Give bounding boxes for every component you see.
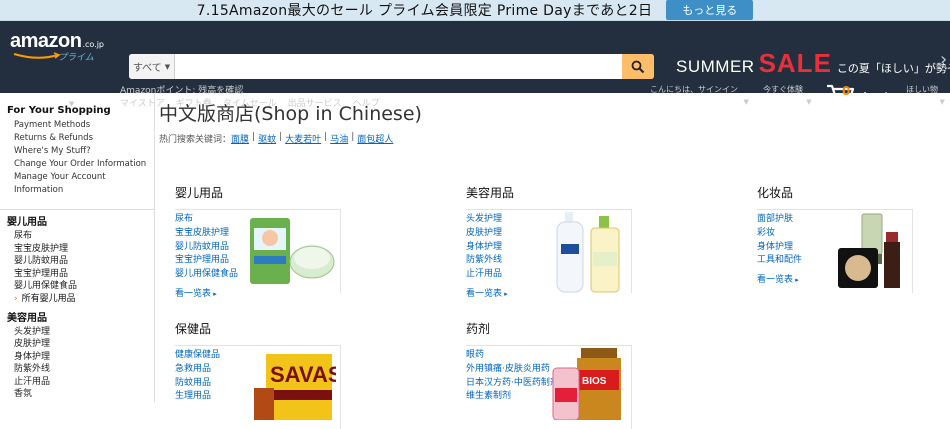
sidebar-shopping-title: For Your Shopping: [7, 105, 111, 116]
sidebar: For Your Shopping Payment Methods Return…: [0, 94, 155, 402]
card-link[interactable]: 婴儿用保健食品: [175, 268, 238, 282]
logo-suffix: .co.jp: [82, 40, 105, 49]
card-title-beauty[interactable]: 美容用品: [466, 184, 646, 201]
category-card-beauty: 美容用品 头发护理 皮肤护理 身体护理 防紫外线 止汗用品 看一览表: [466, 184, 646, 299]
card-title-health[interactable]: 保健品: [175, 320, 355, 337]
sidebar-item-body[interactable]: 身体护理: [0, 351, 154, 364]
medicine-product-image[interactable]: BIOS: [547, 348, 627, 420]
chevron-right-icon[interactable]: ›: [940, 49, 947, 70]
sidebar-all-baby[interactable]: 所有婴儿用品: [0, 293, 154, 306]
promo-more-button[interactable]: もっと見る: [666, 0, 754, 20]
card-link[interactable]: 宝宝护理用品: [175, 254, 238, 268]
sale-word: SALE: [758, 48, 832, 78]
category-card-cosmetics: 化妆品 面部护肤 彩妆 身体护理 工具和配件 看一览表: [757, 184, 937, 293]
svg-text:BIOS: BIOS: [582, 376, 607, 387]
logo-text: amazon: [10, 30, 82, 52]
sidebar-item-antiperspirant[interactable]: 止汗用品: [0, 376, 154, 389]
card-link[interactable]: 头发护理: [466, 213, 508, 227]
sidebar-divider: [0, 209, 154, 210]
cosmetics-product-image[interactable]: [832, 212, 908, 292]
sidebar-item-skin[interactable]: 皮肤护理: [0, 338, 154, 351]
card-link[interactable]: 工具和配件: [757, 254, 802, 268]
hot-keyword-horse-oil[interactable]: 马油: [330, 132, 348, 145]
card-link[interactable]: 面部护肤: [757, 213, 802, 227]
card-box: 尿布 宝宝皮肤护理 婴儿防蚊用品 宝宝护理用品 婴儿用保健食品 看一览表: [175, 209, 341, 299]
sidebar-item-baby-mosquito[interactable]: 婴儿防蚊用品: [0, 255, 154, 268]
card-link[interactable]: 生理用品: [175, 390, 220, 404]
card-link[interactable]: 防蚊用品: [175, 377, 220, 391]
hot-keyword-barley[interactable]: 大麦若叶: [285, 132, 321, 145]
content: 中文版商店(Shop in Chinese) 热门搜索关键词： 面膜 | 驱蚊 | …: [159, 94, 422, 145]
chevron-down-icon: ▼: [164, 62, 171, 71]
card-link[interactable]: 日本汉方药·中医药制剂: [466, 377, 559, 391]
card-link[interactable]: 皮肤护理: [466, 227, 508, 241]
search-category-dropdown[interactable]: すべて ▼: [129, 54, 175, 79]
card-link[interactable]: 止汗用品: [466, 268, 508, 282]
card-title-cosmetics[interactable]: 化妆品: [757, 184, 937, 201]
search-input[interactable]: [175, 54, 622, 79]
card-link[interactable]: 婴儿防蚊用品: [175, 241, 238, 255]
page-title: 中文版商店(Shop in Chinese): [159, 103, 422, 125]
sidebar-item-baby-skincare[interactable]: 宝宝皮肤护理: [0, 243, 154, 256]
summer-word: SUMMER: [676, 57, 755, 76]
supplement-product-image[interactable]: SAVAS: [252, 348, 336, 420]
card-more-link[interactable]: 看一览表: [757, 272, 802, 285]
promo-banner: 7.15Amazon最大のセール プライム会員限定 Prime Dayまであと2…: [0, 0, 950, 21]
card-link[interactable]: 尿布: [175, 213, 238, 227]
card-title-medicine[interactable]: 药剂: [466, 320, 646, 337]
summer-sale-banner[interactable]: SUMMER SALE この夏「ほしい」が勢ぞろい: [676, 48, 950, 78]
sidebar-item-hair[interactable]: 头发护理: [0, 326, 154, 339]
card-link[interactable]: 身体护理: [757, 241, 802, 255]
shampoo-product-image[interactable]: [547, 212, 627, 294]
hot-keywords-label: 热门搜索关键词：: [159, 135, 232, 145]
sidebar-item-diapers[interactable]: 尿布: [0, 230, 154, 243]
sidebar-link-returns[interactable]: Returns & Refunds: [0, 132, 154, 145]
sidebar-link-payment[interactable]: Payment Methods: [0, 119, 154, 132]
card-link[interactable]: 身体护理: [466, 241, 508, 255]
search-bar: すべて ▼: [129, 54, 654, 79]
category-card-baby: 婴儿用品 尿布 宝宝皮肤护理 婴儿防蚊用品 宝宝护理用品 婴儿用保健食品 看一览…: [175, 184, 355, 299]
card-title-baby[interactable]: 婴儿用品: [175, 184, 355, 201]
hot-keyword-anpanman[interactable]: 面包超人: [357, 132, 393, 145]
hot-keywords: 热门搜索关键词： 面膜 | 驱蚊 | 大麦若叶 | 马油 | 面包超人: [159, 132, 394, 145]
card-box: 面部护肤 彩妆 身体护理 工具和配件 看一览表: [757, 209, 913, 293]
sidebar-link-manage-account[interactable]: Manage Your Account Information: [0, 171, 154, 197]
sidebar-link-wheres-my-stuff[interactable]: Where's My Stuff?: [0, 145, 154, 158]
hot-keyword-mask[interactable]: 面膜: [231, 132, 249, 145]
svg-text:SAVAS: SAVAS: [270, 362, 336, 387]
diaper-product-image[interactable]: [246, 212, 336, 288]
category-card-medicine: 药剂 眼药 外用镇痛·皮肤炎用药 日本汉方药·中医药制剂 维生素制剂 BIOS: [466, 320, 646, 429]
card-link[interactable]: 维生素制剂: [466, 390, 559, 404]
sidebar-beauty-title[interactable]: 美容用品: [0, 312, 154, 326]
card-more-link[interactable]: 看一览表: [466, 286, 508, 299]
summer-subtitle: この夏「ほしい」が勢ぞろい: [836, 62, 950, 75]
card-box: 眼药 外用镇痛·皮肤炎用药 日本汉方药·中医药制剂 维生素制剂 BIOS: [466, 345, 632, 429]
hot-keyword-mosquito[interactable]: 驱蚊: [258, 132, 276, 145]
main-area: For Your Shopping Payment Methods Return…: [0, 94, 950, 429]
card-link[interactable]: 外用镇痛·皮肤炎用药: [466, 363, 559, 377]
sidebar-item-uv[interactable]: 防紫外线: [0, 363, 154, 376]
card-link[interactable]: 彩妆: [757, 227, 802, 241]
card-link[interactable]: 宝宝皮肤护理: [175, 227, 238, 241]
card-link[interactable]: 急救用品: [175, 363, 220, 377]
sidebar-item-fragrance[interactable]: 香氛: [0, 388, 154, 401]
card-box: 健康保健品 急救用品 防蚊用品 生理用品 SAVAS: [175, 345, 341, 429]
card-link[interactable]: 防紫外线: [466, 254, 508, 268]
search-category-label: すべて: [132, 63, 162, 74]
search-button[interactable]: [622, 54, 654, 79]
sidebar-link-change-order[interactable]: Change Your Order Information: [0, 158, 154, 171]
card-box: 头发护理 皮肤护理 身体护理 防紫外线 止汗用品 看一览表: [466, 209, 632, 299]
sidebar-item-baby-health[interactable]: 婴儿用保健食品: [0, 280, 154, 293]
sidebar-item-baby-care[interactable]: 宝宝护理用品: [0, 268, 154, 281]
search-icon: [631, 60, 645, 73]
amazon-logo[interactable]: amazon.co.jp プライム: [10, 30, 120, 63]
sidebar-baby-title[interactable]: 婴儿用品: [0, 216, 154, 230]
card-more-link[interactable]: 看一览表: [175, 286, 238, 299]
card-link[interactable]: 健康保健品: [175, 349, 220, 363]
logo-prime: プライム: [58, 53, 94, 63]
promo-text: 7.15Amazon最大のセール プライム会員限定 Prime Dayまであと2…: [196, 3, 653, 19]
category-card-health: 保健品 健康保健品 急救用品 防蚊用品 生理用品 SAVAS: [175, 320, 355, 429]
header: amazon.co.jp プライム すべて ▼ SUMMER SALE この夏「…: [0, 21, 950, 109]
card-link[interactable]: 眼药: [466, 349, 559, 363]
